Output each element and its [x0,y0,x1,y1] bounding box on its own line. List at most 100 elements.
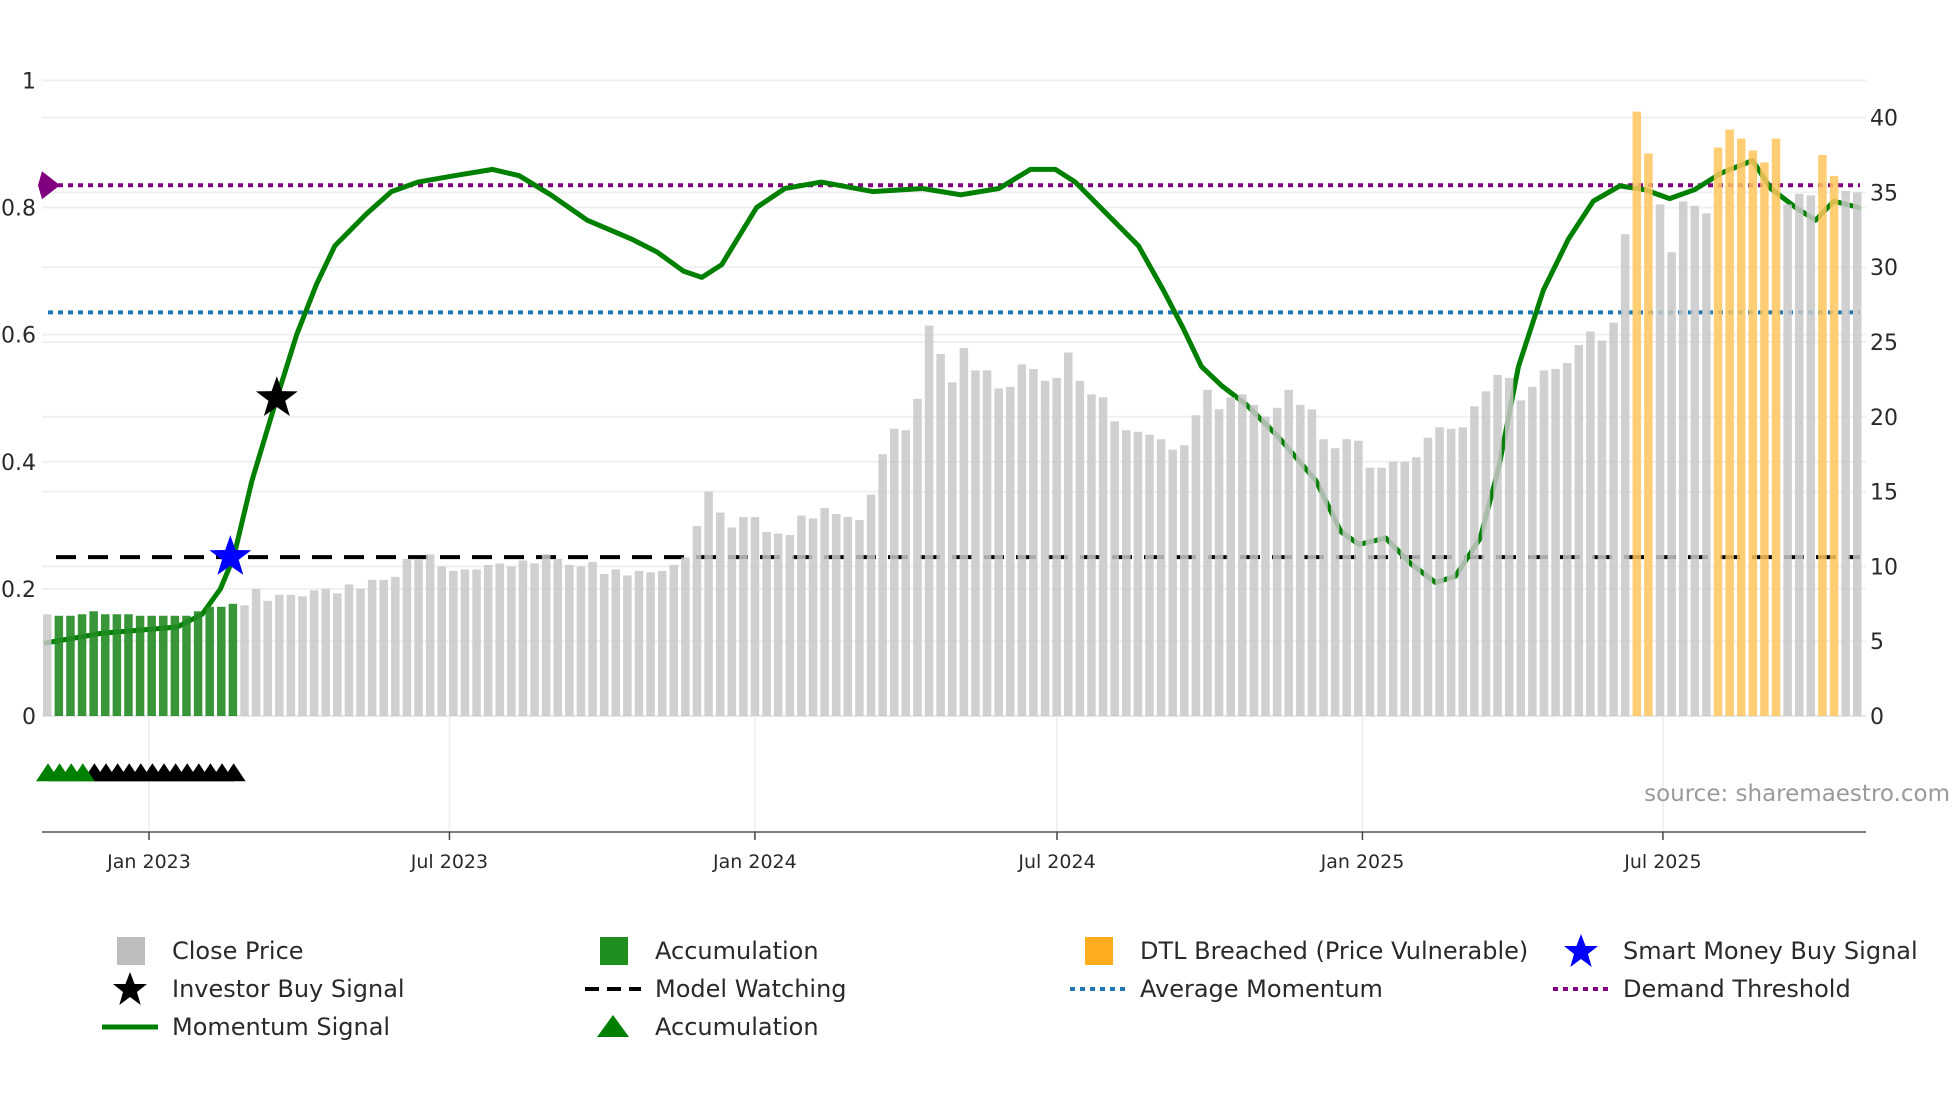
close-price-bar [681,557,690,716]
close-price-bar [623,575,632,716]
close-price-bar [1667,252,1676,717]
accumulation-bar [124,614,133,716]
legend-label: DTL Breached (Price Vulnerable) [1140,937,1529,965]
close-price-bar [1597,340,1607,716]
accumulation-bar [217,606,226,716]
close-price-bar [913,398,922,716]
close-price-bar [1806,195,1816,717]
demand-threshold-diamond-marker [38,171,60,200]
close-price-bar [715,512,725,716]
accumulation-bar [54,615,64,716]
close-price-bar [437,566,446,716]
purple-dotted-line-icon [1553,987,1609,991]
close-price-bar [460,569,470,716]
close-price-bar [309,590,319,716]
left-axis-tick-label: 0.4 [1,451,36,476]
close-price-bar [1446,428,1456,716]
close-price-bar [286,594,296,716]
legend-model-watching[interactable]: Model Watching [583,972,847,1006]
close-price-bar [936,353,945,716]
close-price-bar [379,579,388,716]
close-price-bar [1493,374,1502,716]
close-price-bar [472,569,481,716]
legend-average-momentum[interactable]: Average Momentum [1068,972,1383,1006]
legend-label: Investor Buy Signal [172,975,405,1003]
close-price-bar [1354,440,1363,716]
legend-close-price[interactable]: Close Price [100,934,304,968]
close-price-bar [901,430,911,716]
x-axis-tick-label: Jul 2024 [1017,851,1095,873]
close-price-bar [1249,404,1259,716]
close-price-bar [402,558,412,716]
close-price-bar [994,388,1003,716]
close-price-bar [1539,370,1549,716]
close-price-bar [1238,394,1247,716]
legend-label: Momentum Signal [172,1013,391,1041]
signal-markers [36,376,298,782]
close-price-bar [1064,352,1073,716]
right-axis-tick-label: 25 [1870,331,1898,356]
blue-star-icon [1564,934,1598,967]
close-price-bar [727,527,737,716]
close-price-bar [1388,461,1398,716]
accumulation-bar [77,614,87,716]
accumulation-bar [205,606,214,716]
close-price-bar [1040,380,1050,716]
legend-smart-money[interactable]: Smart Money Buy Signal [1551,934,1918,968]
green-triangle-icon [597,1015,629,1037]
close-price-bar [1122,430,1131,716]
close-price-bar [588,561,597,716]
close-price-bar [1052,377,1061,716]
close-price-bar [344,584,354,716]
close-price-bar [576,566,586,716]
legend-accumulation-marker[interactable]: Accumulation [583,1010,819,1044]
legend-momentum-signal[interactable]: Momentum Signal [100,1010,390,1044]
close-price-bar [692,526,702,716]
close-price-bar [1342,439,1351,716]
close-price-bar [1783,204,1792,717]
blue-dotted-line-icon [1070,987,1126,991]
close-price-bar [1296,404,1305,716]
close-price-bar [1110,421,1119,716]
accumulation-bar [228,603,238,716]
left-axis-tick-label: 1 [22,69,36,94]
close-price-bar [866,494,876,716]
close-price-bar [1470,406,1479,716]
legend-dtl-breached[interactable]: DTL Breached (Price Vulnerable) [1068,934,1528,968]
close-price-bar [1284,389,1293,716]
legend-investor-buy[interactable]: Investor Buy Signal [100,972,405,1006]
close-price-bar [1330,448,1340,716]
dtl-breached-bar [1829,175,1839,717]
close-price-bar [1504,377,1514,716]
close-price-bar [1609,322,1618,716]
close-price-bar [959,347,969,716]
close-price-bar [1574,344,1584,716]
dtl-breached-bar [1644,153,1653,716]
green-line-icon [102,1024,158,1030]
close-price-bar [1203,389,1212,716]
close-price-bar [240,605,249,716]
legend-accumulation-bar[interactable]: Accumulation [583,934,819,968]
close-price-bar [948,382,957,716]
close-price-bar [855,520,864,716]
close-price-bar [611,569,621,716]
close-price-bar [1620,234,1630,716]
accumulation-bar [170,615,180,716]
close-price-bar [808,518,818,716]
accumulation-bar [159,615,168,716]
close-price-bar [495,563,504,716]
close-price-bar [1365,467,1375,716]
dtl-breached-bar [1760,162,1769,717]
close-price-bar [797,515,806,716]
right-axis-tick-label: 35 [1870,181,1898,206]
close-price-bar [820,508,829,716]
right-axis-tick-label: 10 [1870,555,1898,580]
close-price-bar [298,596,307,716]
close-price-bar [1412,457,1421,716]
close-price-bar [1156,439,1166,716]
legend-demand-threshold[interactable]: Demand Threshold [1551,972,1851,1006]
close-price-bar [1133,431,1143,716]
close-price-bar [1528,386,1537,716]
close-price-bar [1145,434,1154,716]
close-price-bar [1586,331,1595,716]
